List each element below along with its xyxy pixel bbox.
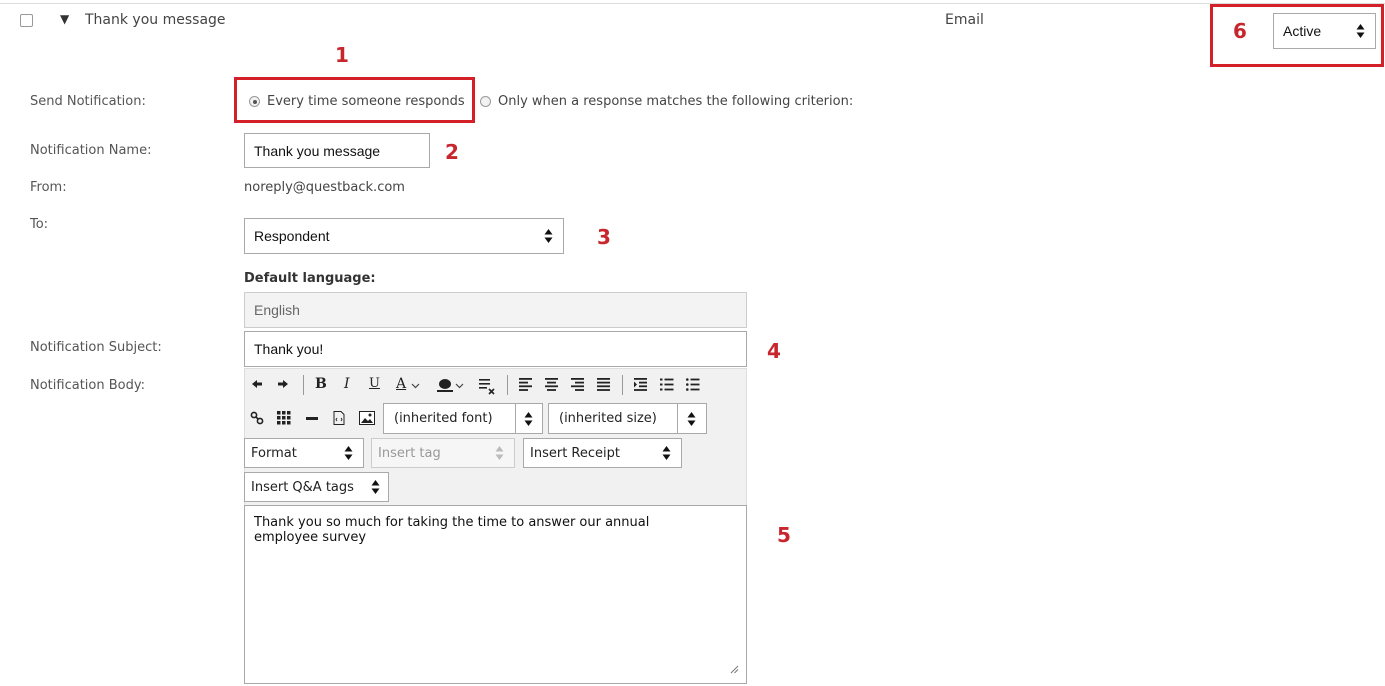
chevron-down-icon[interactable]	[411, 383, 420, 389]
align-left-icon[interactable]	[519, 378, 533, 391]
default-language-value: English	[254, 302, 300, 318]
radio-every-time-label[interactable]: Every time someone responds	[267, 94, 465, 109]
to-label: To:	[30, 217, 49, 232]
body-label: Notification Body:	[30, 378, 145, 393]
source-icon[interactable]	[333, 411, 345, 425]
toolbar-separator	[303, 375, 304, 395]
link-icon[interactable]	[250, 411, 264, 425]
select-arrows-icon	[344, 446, 353, 460]
annotation-1: 1	[335, 43, 349, 67]
select-divider	[515, 404, 516, 433]
italic-icon[interactable]: I	[344, 376, 350, 392]
select-arrows-icon	[662, 446, 671, 460]
subject-label: Notification Subject:	[30, 340, 162, 355]
annotation-4: 4	[767, 339, 781, 363]
font-size-value: (inherited size)	[559, 411, 657, 426]
notification-title: Thank you message	[85, 12, 226, 28]
annotation-2: 2	[445, 140, 459, 164]
notification-name-input[interactable]: Thank you message	[244, 133, 430, 168]
redo-icon[interactable]	[276, 377, 290, 391]
undo-icon[interactable]	[250, 377, 264, 391]
status-select-value: Active	[1283, 23, 1322, 39]
font-size-select[interactable]: (inherited size)	[548, 403, 707, 434]
select-arrows-icon	[371, 480, 380, 494]
horizontal-rule-icon[interactable]	[306, 417, 318, 420]
annotation-6: 6	[1233, 19, 1247, 43]
from-label: From:	[30, 180, 67, 195]
row-checkbox[interactable]	[20, 14, 33, 27]
resize-handle-icon[interactable]	[729, 664, 739, 674]
insert-receipt-value: Insert Receipt	[530, 445, 620, 461]
from-value: noreply@questback.com	[244, 180, 405, 195]
image-icon[interactable]	[359, 411, 375, 425]
select-divider	[677, 404, 678, 433]
to-select-value: Respondent	[254, 228, 330, 244]
table-icon[interactable]	[277, 411, 291, 425]
insert-tag-value: Insert tag	[378, 445, 441, 461]
underline-icon[interactable]: U	[369, 376, 380, 391]
send-notification-label: Send Notification:	[30, 94, 146, 109]
notification-name-label: Notification Name:	[30, 143, 152, 158]
top-divider	[0, 3, 1385, 4]
select-arrows-icon	[524, 411, 533, 426]
align-right-icon[interactable]	[571, 378, 585, 391]
select-arrows-icon	[687, 411, 696, 426]
radio-when-matches[interactable]	[480, 96, 491, 107]
default-language-label: Default language:	[244, 271, 376, 286]
indent-icon[interactable]	[634, 378, 648, 391]
clear-format-icon[interactable]	[478, 377, 496, 395]
select-arrows-icon	[495, 446, 504, 460]
subject-value: Thank you!	[254, 341, 324, 357]
to-select[interactable]: Respondent	[244, 218, 564, 254]
chevron-down-icon[interactable]	[455, 383, 464, 389]
insert-qa-tags-select[interactable]: Insert Q&A tags	[244, 472, 389, 502]
annotation-5: 5	[777, 523, 791, 547]
bold-icon[interactable]: B	[315, 376, 327, 392]
expand-toggle-icon[interactable]: ▼	[60, 12, 69, 26]
select-arrows-icon	[1356, 24, 1365, 38]
toolbar-separator	[507, 375, 508, 395]
insert-qa-tags-value: Insert Q&A tags	[251, 479, 354, 495]
highlight-icon[interactable]	[436, 377, 454, 393]
format-select[interactable]: Format	[244, 438, 364, 468]
status-select[interactable]: Active	[1273, 13, 1376, 49]
align-center-icon[interactable]	[545, 378, 559, 391]
channel-type: Email	[945, 12, 984, 28]
font-family-value: (inherited font)	[394, 411, 493, 426]
default-language-field: English	[244, 292, 747, 328]
toolbar-separator	[622, 375, 623, 395]
notification-name-value: Thank you message	[254, 142, 381, 159]
select-arrows-icon	[544, 229, 553, 243]
annotation-3: 3	[597, 225, 611, 249]
radio-every-time[interactable]	[249, 96, 260, 107]
subject-input[interactable]: Thank you!	[244, 331, 747, 367]
text-color-icon[interactable]: A	[396, 376, 406, 392]
notification-body-editor[interactable]: Thank you so much for taking the time to…	[244, 505, 747, 684]
radio-when-matches-label[interactable]: Only when a response matches the followi…	[498, 94, 853, 109]
justify-icon[interactable]	[597, 378, 611, 391]
format-value: Format	[251, 445, 297, 461]
notification-body-text: Thank you so much for taking the time to…	[254, 515, 650, 545]
ordered-list-icon[interactable]	[660, 378, 674, 391]
bullet-list-icon[interactable]	[686, 378, 700, 391]
insert-receipt-select[interactable]: Insert Receipt	[523, 438, 682, 468]
insert-tag-select[interactable]: Insert tag	[371, 438, 515, 468]
font-family-select[interactable]: (inherited font)	[383, 403, 543, 434]
